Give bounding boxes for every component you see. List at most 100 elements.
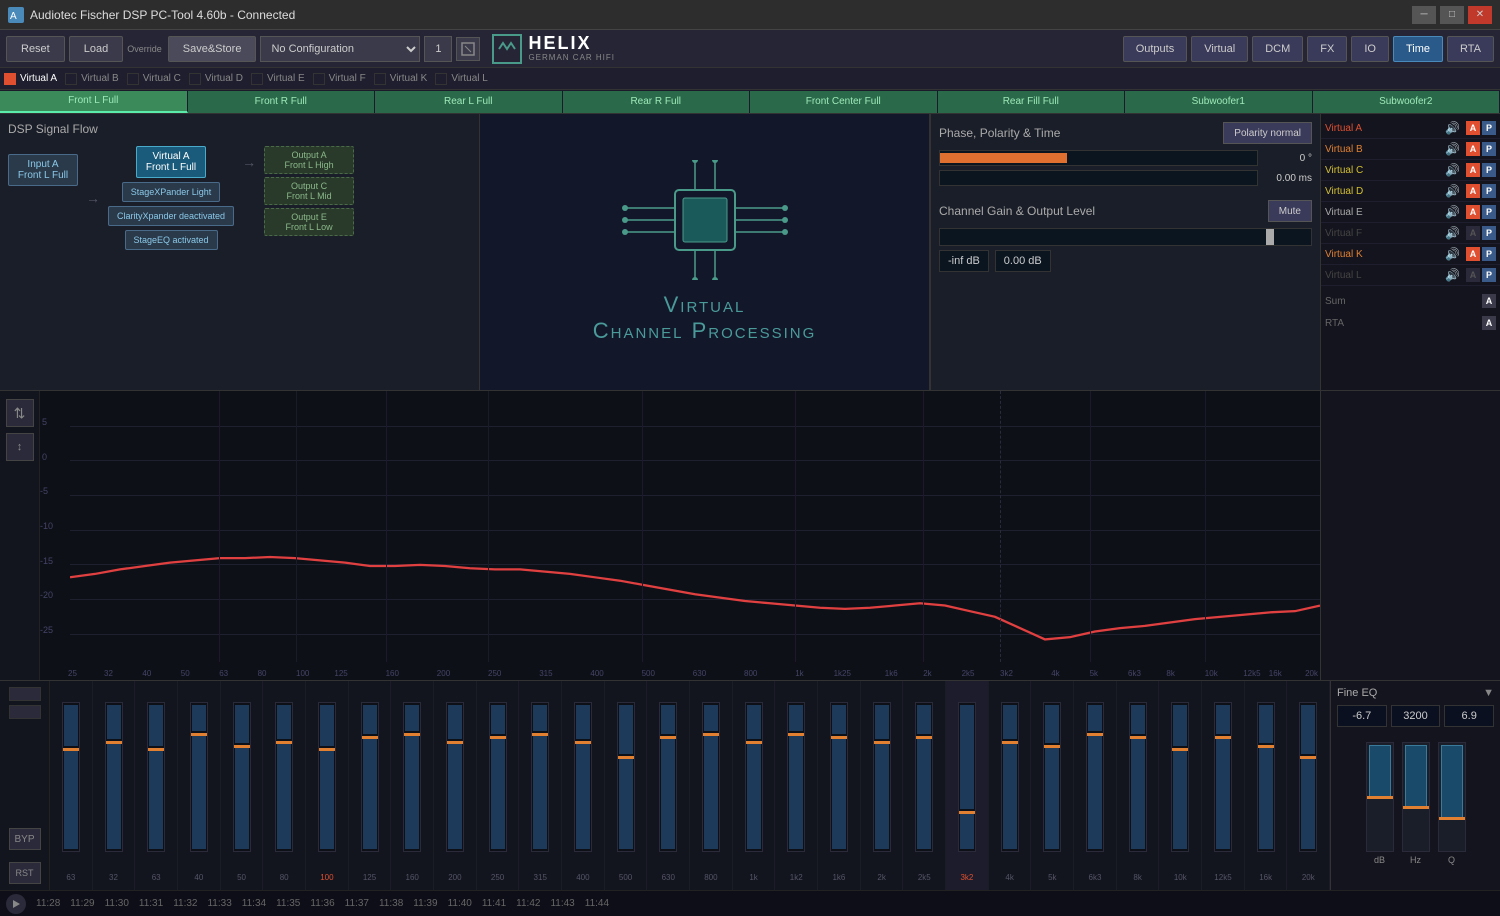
eq-band-3k2-21[interactable]: 3k2 [946,681,989,890]
ch-front-center-full[interactable]: Front Center Full [750,91,938,113]
band-track-25[interactable] [1129,702,1147,852]
ch-rear-fill-full[interactable]: Rear Fill Full [938,91,1126,113]
swap-v-button[interactable]: ↕ [6,433,34,461]
nav-rta[interactable]: RTA [1447,36,1494,62]
timestamp-11-31[interactable]: 11:31 [139,898,163,909]
close-button[interactable]: ✕ [1468,6,1492,24]
eq-band-200-9[interactable]: 200 [434,681,477,890]
rta-a-btn-c[interactable]: A [1466,163,1480,177]
band-track-4[interactable] [233,702,251,852]
eq-band-32-1[interactable]: 32 [93,681,136,890]
play-button[interactable] [6,894,26,914]
band-track-23[interactable] [1043,702,1061,852]
rta-p-btn-e[interactable]: P [1482,205,1496,219]
band-track-28[interactable] [1257,702,1275,852]
eq-band-5k-23[interactable]: 5k [1031,681,1074,890]
band-track-9[interactable] [446,702,464,852]
vtab-b[interactable]: Virtual B [65,73,119,85]
dsp-proc-1[interactable]: StageXPander Light [122,182,221,202]
eq-band-20k-29[interactable]: 20k [1287,681,1330,890]
rta-p-btn-l[interactable]: P [1482,268,1496,282]
ch-rear-r-full[interactable]: Rear R Full [563,91,751,113]
reset-button[interactable]: Reset [6,36,65,62]
vtab-d[interactable]: Virtual D [189,73,243,85]
eq-band-6k3-24[interactable]: 6k3 [1074,681,1117,890]
timestamp-11-28[interactable]: 11:28 [36,898,60,909]
band-track-7[interactable] [361,702,379,852]
band-track-11[interactable] [531,702,549,852]
byp-label[interactable]: BYP [9,828,41,850]
ch-rear-l-full[interactable]: Rear L Full [375,91,563,113]
band-track-3[interactable] [190,702,208,852]
eq-band-630-14[interactable]: 630 [647,681,690,890]
eq-band-40-3[interactable]: 40 [178,681,221,890]
band-track-21[interactable] [958,702,976,852]
timestamp-11-42[interactable]: 11:42 [516,898,540,909]
ch-front-l-full[interactable]: Front L Full [0,91,188,113]
eq-band-63-2[interactable]: 63 [135,681,178,890]
dsp-proc-3[interactable]: StageEQ activated [125,230,218,250]
vtab-f[interactable]: Virtual F [313,73,366,85]
vtab-c[interactable]: Virtual C [127,73,181,85]
dsp-virtual-node[interactable]: Virtual A Front L Full [136,146,206,178]
band-track-19[interactable] [873,702,891,852]
band-track-13[interactable] [617,702,635,852]
rst-button[interactable]: RST [9,862,41,884]
rta-sum-a[interactable]: A [1482,294,1496,308]
save-store-button[interactable]: Save&Store [168,36,257,62]
eq-band-100-6[interactable]: 100 [306,681,349,890]
band-track-0[interactable] [62,702,80,852]
timestamp-11-38[interactable]: 11:38 [379,898,403,909]
timestamp-11-43[interactable]: 11:43 [550,898,574,909]
band-track-1[interactable] [105,702,123,852]
timestamp-11-40[interactable]: 11:40 [448,898,472,909]
eq-band-1k2-17[interactable]: 1k2 [775,681,818,890]
eq-band-125-7[interactable]: 125 [349,681,392,890]
timestamp-11-39[interactable]: 11:39 [413,898,437,909]
rta-a-btn-f[interactable]: A [1466,226,1480,240]
fine-eq-db-slider[interactable] [1366,742,1394,852]
maximize-button[interactable]: □ [1440,6,1464,24]
swap-h-button[interactable]: ⇅ [6,399,34,427]
timestamp-11-34[interactable]: 11:34 [242,898,266,909]
nav-time[interactable]: Time [1393,36,1443,62]
rta-p-btn-d[interactable]: P [1482,184,1496,198]
polarity-button[interactable]: Polarity normal [1223,122,1312,144]
config-number[interactable] [424,36,452,62]
eq-toggle-1[interactable] [9,687,41,701]
rta-a-btn-a[interactable]: A [1466,121,1480,135]
vtab-l[interactable]: Virtual L [435,73,488,85]
eq-band-10k-26[interactable]: 10k [1159,681,1202,890]
band-track-16[interactable] [745,702,763,852]
ch-subwoofer2[interactable]: Subwoofer2 [1313,91,1500,113]
dsp-input-node[interactable]: Input A Front L Full [8,154,78,186]
dsp-proc-2[interactable]: ClarityXpander deactivated [108,206,234,226]
band-track-18[interactable] [830,702,848,852]
band-track-8[interactable] [403,702,421,852]
fine-eq-hz[interactable]: 3200 [1391,705,1441,727]
band-track-24[interactable] [1086,702,1104,852]
eq-band-80-5[interactable]: 80 [263,681,306,890]
ch-subwoofer1[interactable]: Subwoofer1 [1125,91,1313,113]
fine-eq-dropdown-icon[interactable]: ▼ [1483,687,1494,699]
rta-a-btn-b[interactable]: A [1466,142,1480,156]
eq-band-160-8[interactable]: 160 [391,681,434,890]
band-track-22[interactable] [1001,702,1019,852]
band-track-2[interactable] [147,702,165,852]
band-track-27[interactable] [1214,702,1232,852]
config-icon[interactable] [456,37,480,61]
eq-band-4k-22[interactable]: 4k [989,681,1032,890]
eq-band-1k-16[interactable]: 1k [733,681,776,890]
minimize-button[interactable]: ─ [1412,6,1436,24]
band-track-15[interactable] [702,702,720,852]
eq-band-315-11[interactable]: 315 [519,681,562,890]
fine-eq-db[interactable]: -6.7 [1337,705,1387,727]
timestamp-11-44[interactable]: 11:44 [585,898,609,909]
nav-virtual[interactable]: Virtual [1191,36,1248,62]
dsp-out-1[interactable]: Output A Front L High [264,146,354,174]
timestamp-11-37[interactable]: 11:37 [345,898,369,909]
vtab-a[interactable]: Virtual A [4,73,57,85]
nav-fx[interactable]: FX [1307,36,1347,62]
eq-band-8k-25[interactable]: 8k [1117,681,1160,890]
rta-a-btn-k[interactable]: A [1466,247,1480,261]
